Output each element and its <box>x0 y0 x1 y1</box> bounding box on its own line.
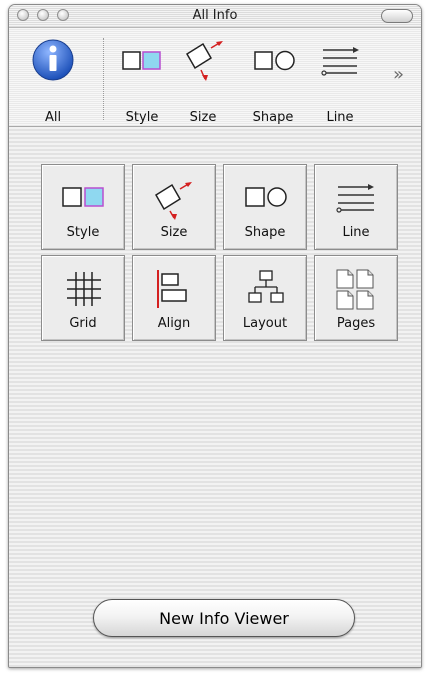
toolbar-label-line: Line <box>326 110 354 125</box>
inspector-button-layout[interactable]: Layout <box>223 255 307 341</box>
info-window: All Info All Style Size Shape Line » Sty… <box>8 4 422 668</box>
toolbar-item-shape[interactable]: Shape <box>243 38 303 125</box>
inspector-label-layout: Layout <box>242 316 288 331</box>
inspector-button-grid[interactable]: Grid <box>41 255 125 341</box>
shape-icon <box>245 187 287 207</box>
inspector-button-shape[interactable]: Shape <box>223 164 307 250</box>
inspector-panel: Style Size Shape Line Grid Align Layout … <box>9 127 421 667</box>
toolbar-overflow-button[interactable]: » <box>393 64 404 85</box>
toolbar-label-shape: Shape <box>252 110 294 125</box>
inspector-label-align: Align <box>157 316 191 331</box>
size-icon <box>154 182 192 220</box>
inspector-label-size: Size <box>160 225 188 240</box>
pages-icon <box>336 269 374 310</box>
inspector-label-style: Style <box>66 225 100 240</box>
grid-icon <box>67 272 101 306</box>
toolbar-label-style: Style <box>125 110 159 125</box>
toolbar: All Style Size Shape Line » <box>9 28 421 127</box>
toolbar-item-size[interactable]: Size <box>177 38 229 125</box>
layout-icon <box>248 270 284 303</box>
inspector-button-line[interactable]: Line <box>314 164 398 250</box>
inspector-label-grid: Grid <box>69 316 97 331</box>
inspector-label-shape: Shape <box>244 225 286 240</box>
size-icon <box>185 41 223 81</box>
inspector-button-align[interactable]: Align <box>132 255 216 341</box>
align-icon <box>157 270 187 308</box>
toolbar-item-style[interactable]: Style <box>117 38 167 125</box>
window-title: All Info <box>192 8 238 23</box>
inspector-button-size[interactable]: Size <box>132 164 216 250</box>
inspector-button-pages[interactable]: Pages <box>314 255 398 341</box>
shape-icon <box>254 50 295 71</box>
line-icon <box>321 47 359 76</box>
info-icon <box>32 39 74 81</box>
toolbar-item-line[interactable]: Line <box>315 38 365 125</box>
inspector-label-line: Line <box>342 225 370 240</box>
toolbar-item-all[interactable]: All <box>27 38 79 125</box>
style-icon <box>62 187 104 207</box>
new-info-viewer-button[interactable]: New Info Viewer <box>93 599 355 637</box>
toolbar-separator <box>103 38 104 120</box>
line-icon <box>336 184 374 213</box>
title-bar[interactable]: All Info <box>9 5 421 28</box>
inspector-button-style[interactable]: Style <box>41 164 125 250</box>
toolbar-label-size: Size <box>189 110 217 125</box>
inspector-label-pages: Pages <box>336 316 376 331</box>
style-icon <box>122 51 161 70</box>
toolbar-label-all: All <box>44 110 62 125</box>
toolbar-toggle-button[interactable] <box>381 9 413 23</box>
